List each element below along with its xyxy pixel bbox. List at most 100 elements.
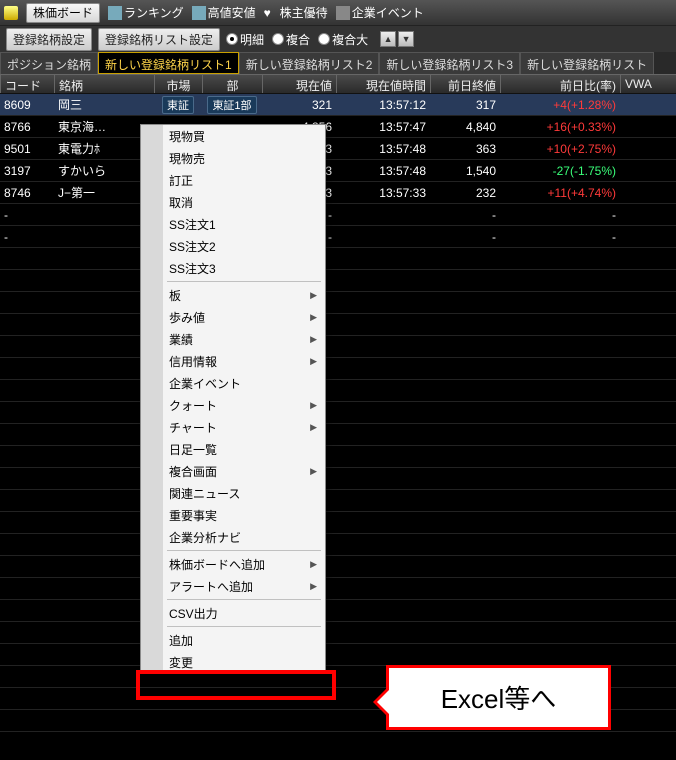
col-code[interactable]: コード [0,75,54,93]
radio-compound[interactable]: 複合 [272,31,310,48]
menu-item[interactable]: CSV出力 [141,602,325,624]
menu-item[interactable]: 信用情報 [141,350,325,372]
menu-item[interactable]: SS注文1 [141,213,325,235]
cell-price: 321 [262,96,336,114]
table-row[interactable]: ---- [0,226,676,248]
col-time[interactable]: 現在値時間 [336,75,430,93]
building-icon [336,6,350,20]
table-row-empty [0,578,676,600]
table-row-empty [0,622,676,644]
cell-name [54,213,154,217]
radio-compound-large[interactable]: 複合大 [318,31,368,48]
nav-up-button[interactable]: ▲ [380,31,396,47]
menu-item[interactable]: クォート [141,394,325,416]
menu-item[interactable]: 歩み値 [141,306,325,328]
table-row-empty [0,358,676,380]
cell-code: 8746 [0,184,54,202]
tab-3[interactable]: 新しい登録銘柄リスト3 [379,52,520,74]
menu-item[interactable]: 日足一覧 [141,438,325,460]
toolbar-highlow[interactable]: 高値安値 [192,4,256,21]
toolbar-benefit[interactable]: ♥ 株主優待 [264,4,328,21]
cell-name: 東京海… [54,116,154,137]
settings-bar: 登録銘柄設定 登録銘柄リスト設定 明細 複合 複合大 ▲ ▼ [0,26,676,52]
table-row[interactable]: 8746J−第一24313:57:33232+11(+4.74%) [0,182,676,204]
cell-time: 13:57:12 [336,96,430,114]
main-toolbar: 株価ボード ランキング 高値安値 ♥ 株主優待 企業イベント [0,0,676,26]
col-section[interactable]: 部 [202,75,262,93]
menu-item[interactable]: 現物売 [141,147,325,169]
tab-0[interactable]: ポジション銘柄 [0,52,98,74]
menu-item[interactable]: チャート [141,416,325,438]
cell-section: 東証1部 [202,94,262,116]
heart-icon: ♥ [264,6,278,20]
radio-dot-icon [226,33,238,45]
cell-prev: - [430,206,500,224]
menu-item[interactable]: 変更 [141,651,325,673]
cell-code: 3197 [0,162,54,180]
table-row[interactable]: 8609岡三東証東証1部32113:57:12317+4(+1.28%) [0,94,676,116]
tab-2[interactable]: 新しい登録銘柄リスト2 [239,52,380,74]
table-row-empty [0,248,676,270]
col-vwap[interactable]: VWA [620,75,670,93]
cell-code: - [0,206,54,224]
table-row[interactable]: 3197すかいら1,51313:57:481,540-27(-1.75%) [0,160,676,182]
radio-dot-icon [318,33,330,45]
table-row[interactable]: 8766東京海…4,85613:57:474,840+16(+0.33%) [0,116,676,138]
tab-1[interactable]: 新しい登録銘柄リスト1 [98,52,239,74]
table-row-empty [0,424,676,446]
tab-4[interactable]: 新しい登録銘柄リスト [520,52,654,74]
menu-item[interactable]: 重要事実 [141,504,325,526]
menu-item[interactable]: SS注文2 [141,235,325,257]
toolbar-label: 株主優待 [280,4,328,21]
list-tabs: ポジション銘柄新しい登録銘柄リスト1新しい登録銘柄リスト2新しい登録銘柄リスト3… [0,52,676,74]
table-row[interactable]: ---- [0,204,676,226]
col-name[interactable]: 銘柄 [54,75,154,93]
col-prev[interactable]: 前日終値 [430,75,500,93]
menu-item[interactable]: 株価ボードへ追加 [141,553,325,575]
cell-diff: -27(-1.75%) [500,162,620,180]
menu-item[interactable]: 板 [141,284,325,306]
cell-code: 8766 [0,118,54,136]
radio-label: 複合大 [332,31,368,48]
table-row-empty [0,512,676,534]
table-row[interactable]: 9501東電力ﾎ37313:57:48363+10(+2.75%) [0,138,676,160]
board-button[interactable]: 株価ボード [26,3,100,23]
menu-separator [167,599,321,600]
excel-callout: Excel等へ [386,665,611,730]
cell-diff: +11(+4.74%) [500,184,620,202]
cell-name: すかいら [54,160,154,181]
cell-time: 13:57:48 [336,140,430,158]
radio-detail[interactable]: 明細 [226,31,264,48]
toolbar-events[interactable]: 企業イベント [336,4,424,21]
nav-down-button[interactable]: ▼ [398,31,414,47]
menu-item[interactable]: 訂正 [141,169,325,191]
cell-market: 東証 [154,94,202,116]
menu-item[interactable]: SS注文3 [141,257,325,279]
register-settings-button[interactable]: 登録銘柄設定 [6,28,92,51]
menu-item[interactable]: 複合画面 [141,460,325,482]
cell-diff: +4(+1.28%) [500,96,620,114]
menu-item[interactable]: アラートへ追加 [141,575,325,597]
menu-item[interactable]: 現物買 [141,125,325,147]
col-diff[interactable]: 前日比(率) [500,75,620,93]
menu-item[interactable]: 業績 [141,328,325,350]
cell-time [336,235,430,239]
menu-item[interactable]: 企業イベント [141,372,325,394]
col-price[interactable]: 現在値 [262,75,336,93]
cell-name: 東電力ﾎ [54,138,154,159]
cell-prev: 363 [430,140,500,158]
menu-item[interactable]: 企業分析ナビ [141,526,325,548]
menu-item[interactable]: 追加 [141,629,325,651]
cell-time: 13:57:33 [336,184,430,202]
menu-item[interactable]: 関連ニュース [141,482,325,504]
cell-diff: - [500,228,620,246]
table-row-empty [0,380,676,402]
cell-prev: - [430,228,500,246]
cell-code: - [0,228,54,246]
register-list-settings-button[interactable]: 登録銘柄リスト設定 [98,28,220,51]
col-market[interactable]: 市場 [154,75,202,93]
menu-item[interactable]: 取消 [141,191,325,213]
toolbar-ranking[interactable]: ランキング [108,4,184,21]
table-row-empty [0,292,676,314]
table-row-empty [0,446,676,468]
